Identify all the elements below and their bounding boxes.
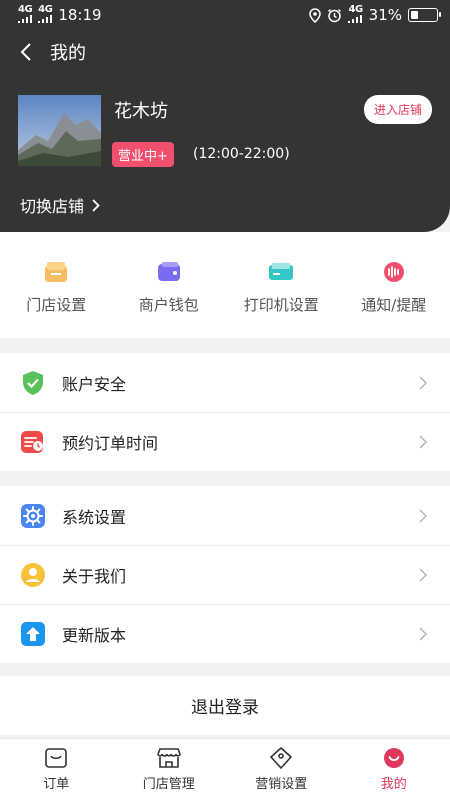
row-icon-wrap: [20, 429, 46, 455]
tab-marketing[interactable]: 营销设置: [225, 739, 338, 800]
business-hours: (12:00-22:00): [193, 146, 290, 162]
status-bar: 4G 4G 18:19 4G 31%: [0, 0, 450, 30]
chevron-right-icon: [419, 435, 428, 449]
tab-store-management[interactable]: 门店管理: [113, 739, 226, 800]
signal-icon-1: 4G: [18, 3, 33, 26]
switch-store-label: 切换店铺: [20, 197, 85, 216]
nav-bar: 我的: [0, 30, 450, 74]
status-right: 4G 31%: [309, 3, 441, 26]
upload-arrow-icon: [21, 622, 45, 646]
menu-group-account: 账户安全 预约订单时间: [0, 353, 450, 471]
tab-label: 我的: [380, 777, 407, 792]
menu-item-account-security[interactable]: 账户安全: [0, 353, 450, 412]
alarm-icon: [328, 8, 342, 22]
row-icon-wrap: [20, 370, 46, 396]
menu-item-update-version[interactable]: 更新版本: [0, 604, 450, 663]
menu-item-about-us[interactable]: 关于我们: [0, 545, 450, 604]
quick-action-wallet[interactable]: 商户钱包: [113, 232, 226, 338]
menu-item-label: 系统设置: [62, 507, 127, 527]
row-icon-wrap: [20, 503, 46, 529]
signal-icon-2: 4G: [38, 3, 53, 26]
clock-time: 18:19: [58, 6, 102, 24]
schedule-order-icon: [21, 431, 43, 453]
network-icon: 4G: [348, 3, 363, 26]
wallet-icon: [157, 262, 180, 281]
row-icon-wrap: [20, 562, 46, 588]
shop-name: 花木坊: [114, 101, 168, 122]
user-circle-icon: [21, 563, 45, 587]
tab-label: 订单: [43, 777, 70, 792]
enter-store-button[interactable]: 进入店铺: [363, 95, 432, 124]
gear-icon: [21, 503, 45, 528]
quick-action-notification[interactable]: 通知/提醒: [338, 232, 450, 338]
back-arrow-icon: [20, 43, 31, 61]
printer-icon: [269, 263, 294, 280]
profile-header: 我的 花木坊 营业中+ (12:00-22:00) 进入店铺 切换店铺: [0, 30, 450, 232]
quick-action-label: 打印机设置: [243, 296, 319, 314]
shield-check-icon: [23, 370, 43, 395]
chevron-right-icon: [92, 198, 100, 212]
menu-item-label: 账户安全: [62, 374, 127, 394]
tab-mine[interactable]: 我的: [338, 739, 450, 800]
menu-item-label: 更新版本: [62, 626, 127, 645]
switch-store-link[interactable]: 切换店铺: [20, 193, 100, 217]
battery-percent: 31%: [368, 6, 402, 24]
signal-1-label: 4G: [18, 3, 33, 15]
quick-action-store-settings[interactable]: 门店设置: [0, 232, 113, 338]
profile-icon: [383, 748, 404, 768]
battery-fill: [411, 11, 418, 19]
menu-group-system: 系统设置 关于我们 更新版本: [0, 486, 450, 663]
order-icon: [45, 748, 68, 768]
shop-info: 花木坊 营业中+ (12:00-22:00) 进入店铺: [18, 95, 432, 167]
network-label: 4G: [348, 3, 363, 15]
quick-actions: 门店设置 商户钱包 打印机设置 通知/提醒: [0, 232, 450, 338]
quick-action-label: 通知/提醒: [361, 296, 427, 314]
store-icon: [156, 748, 181, 768]
bottom-tab-bar: 订单 门店管理 营销设置 我的: [0, 738, 450, 800]
menu-item-label: 预约订单时间: [62, 434, 159, 453]
logout-button[interactable]: 退出登录: [0, 676, 450, 735]
shop-photo: [18, 95, 101, 166]
quick-action-label: 门店设置: [26, 296, 87, 314]
signal-2-label: 4G: [38, 3, 53, 15]
menu-item-label: 关于我们: [62, 567, 127, 586]
notification-icon: [383, 262, 404, 282]
chevron-right-icon: [419, 375, 428, 390]
tag-icon: [270, 747, 293, 769]
back-button[interactable]: [14, 40, 38, 64]
location-icon: [309, 7, 322, 23]
status-left: 4G 4G 18:19: [18, 3, 102, 26]
tab-label: 营销设置: [255, 777, 308, 792]
chevron-right-icon: [419, 568, 428, 582]
row-icon-wrap: [20, 621, 46, 647]
menu-item-system-settings[interactable]: 系统设置: [0, 486, 450, 545]
battery-icon: [408, 8, 441, 22]
page-title: 我的: [50, 43, 86, 64]
quick-action-printer[interactable]: 打印机设置: [225, 232, 338, 338]
quick-action-label: 商户钱包: [138, 296, 199, 314]
store-settings-icon: [45, 262, 68, 282]
chevron-right-icon: [419, 627, 428, 641]
menu-item-reservation-time[interactable]: 预约订单时间: [0, 412, 450, 471]
tab-label: 门店管理: [142, 777, 195, 792]
status-badge[interactable]: 营业中+: [112, 142, 174, 167]
chevron-right-icon: [419, 508, 428, 523]
tab-orders[interactable]: 订单: [0, 739, 113, 800]
